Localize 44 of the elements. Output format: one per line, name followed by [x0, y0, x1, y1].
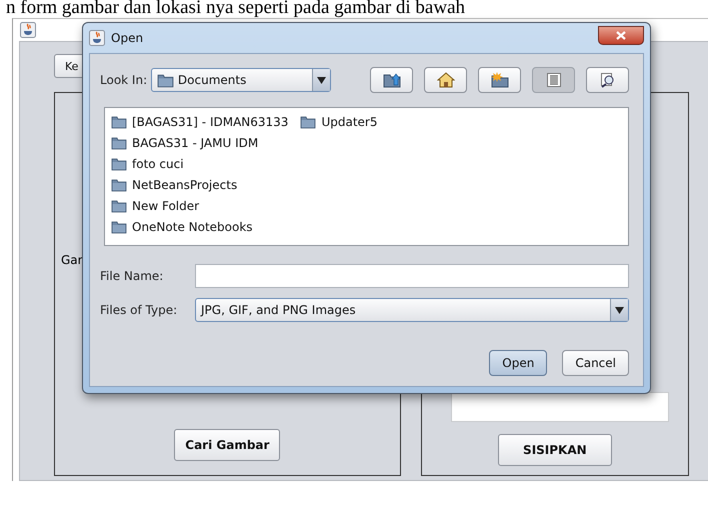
java-icon [20, 22, 36, 38]
file-name-label: File Name: [100, 269, 164, 283]
folder-item[interactable]: OneNote Notebooks [132, 220, 253, 234]
toolbar-button[interactable] [532, 67, 575, 93]
folder-icon [300, 114, 316, 128]
java-icon [89, 30, 105, 46]
folder-icon [111, 220, 127, 234]
folder-icon [111, 198, 127, 212]
open-button[interactable]: Open [489, 350, 548, 376]
folder-item[interactable]: New Folder [132, 198, 200, 212]
folder-icon [111, 114, 127, 128]
caret-icon [317, 76, 326, 84]
file-type-label: Files of Type: [100, 303, 178, 317]
folder-item[interactable]: [BAGAS31] - IDMAN63133 [132, 114, 288, 128]
find-image-button[interactable]: Cari Gambar [174, 429, 280, 461]
dropdown-field[interactable] [450, 392, 669, 422]
toolbar-button[interactable] [424, 67, 467, 93]
caret-icon [615, 306, 624, 314]
look-in-label: Look In: [100, 73, 148, 87]
image-label: Gar [61, 253, 83, 267]
folder-icon [111, 156, 127, 170]
folder-item[interactable]: Updater5 [321, 114, 378, 128]
home-icon [436, 72, 454, 88]
folder-item[interactable]: BAGAS31 - JAMU IDM [132, 136, 258, 150]
new-folder-icon [490, 72, 508, 88]
toolbar-button[interactable] [370, 67, 413, 93]
file-name-field[interactable] [195, 264, 629, 288]
cancel-button[interactable]: Cancel [562, 350, 629, 376]
details-view-icon [600, 72, 616, 88]
folder-icon [156, 72, 174, 88]
list-view-icon [546, 73, 560, 87]
toolbar-button[interactable] [478, 67, 521, 93]
look-in-dropdown[interactable]: Documents [150, 68, 331, 92]
folder-item[interactable]: NetBeansProjects [132, 178, 238, 192]
folder-up-icon [382, 72, 400, 88]
file-type-dropdown[interactable]: JPG, GIF, and PNG Images [195, 298, 629, 322]
dialog-title: Open [111, 31, 144, 45]
toolbar-button[interactable] [586, 67, 629, 93]
folder-icon [111, 136, 127, 150]
insert-button[interactable]: SISIPKAN [498, 434, 612, 466]
close-icon [616, 30, 626, 40]
close-button[interactable] [598, 26, 644, 44]
folder-item[interactable]: foto cuci [132, 156, 184, 170]
folder-icon [111, 178, 127, 192]
